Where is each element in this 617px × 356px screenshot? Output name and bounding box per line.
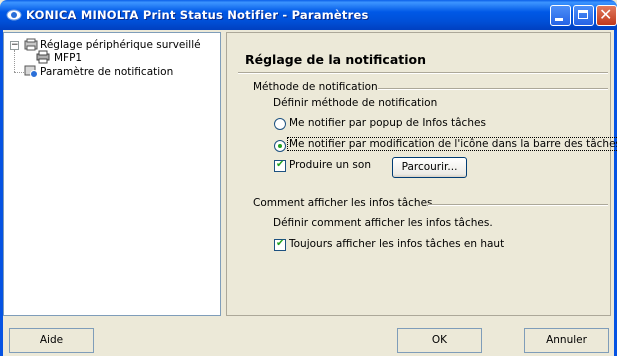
tree-connector [14,72,24,73]
maximize-button[interactable] [573,5,594,26]
button-bar [3,318,614,356]
play-sound-label[interactable]: Produire un son [289,159,371,171]
method-group-divider [378,88,608,90]
window-title: KONICA MINOLTA Print Status Notifier - P… [26,8,369,22]
notification-settings-icon [24,65,38,78]
method-group-label: Méthode de notification [253,81,378,93]
popup-notification-label[interactable]: Me notifier par popup de Infos tâches [289,117,486,129]
app-icon [6,9,22,21]
tree-item-notification-settings[interactable]: Paramètre de notification [40,66,173,78]
display-group-divider [428,204,608,206]
always-on-top-label[interactable]: Toujours afficher les infos tâches en ha… [289,238,504,250]
tree-item-mfp1[interactable]: MFP1 [54,52,82,64]
tree-collapse-toggle[interactable]: − [10,41,19,50]
settings-tree[interactable]: − Réglage périphérique surveillé MFP1 Pa… [3,32,221,316]
always-on-top-checkbox[interactable] [274,238,286,251]
title-bar[interactable]: KONICA MINOLTA Print Status Notifier - P… [0,0,617,30]
tree-connector [14,50,15,72]
close-icon: ✕ [599,5,613,24]
cancel-button[interactable]: Annuler [524,328,609,353]
close-button[interactable]: ✕ [596,5,617,26]
play-sound-checkbox[interactable] [274,159,286,172]
printer-icon [36,50,50,64]
minimize-icon [555,18,563,21]
maximize-icon [578,10,588,19]
help-button[interactable]: Aide [9,328,94,353]
display-group-label: Comment afficher les infos tâches [253,197,433,209]
method-description: Définir méthode de notification [273,97,438,109]
browse-button[interactable]: Parcourir... [392,157,467,178]
taskbar-icon-notification-label[interactable]: Me notifier par modification de l'icône … [286,137,617,151]
minimize-button[interactable] [550,5,571,26]
page-title: Réglage de la notification [245,52,426,67]
ok-button[interactable]: OK [397,328,482,353]
display-description: Définir comment afficher les infos tâche… [273,217,493,229]
taskbar-icon-notification-radio[interactable] [274,140,286,152]
title-divider [238,72,608,74]
tree-item-monitored-device[interactable]: Réglage périphérique surveillé [40,39,201,51]
popup-notification-radio[interactable] [274,118,286,130]
